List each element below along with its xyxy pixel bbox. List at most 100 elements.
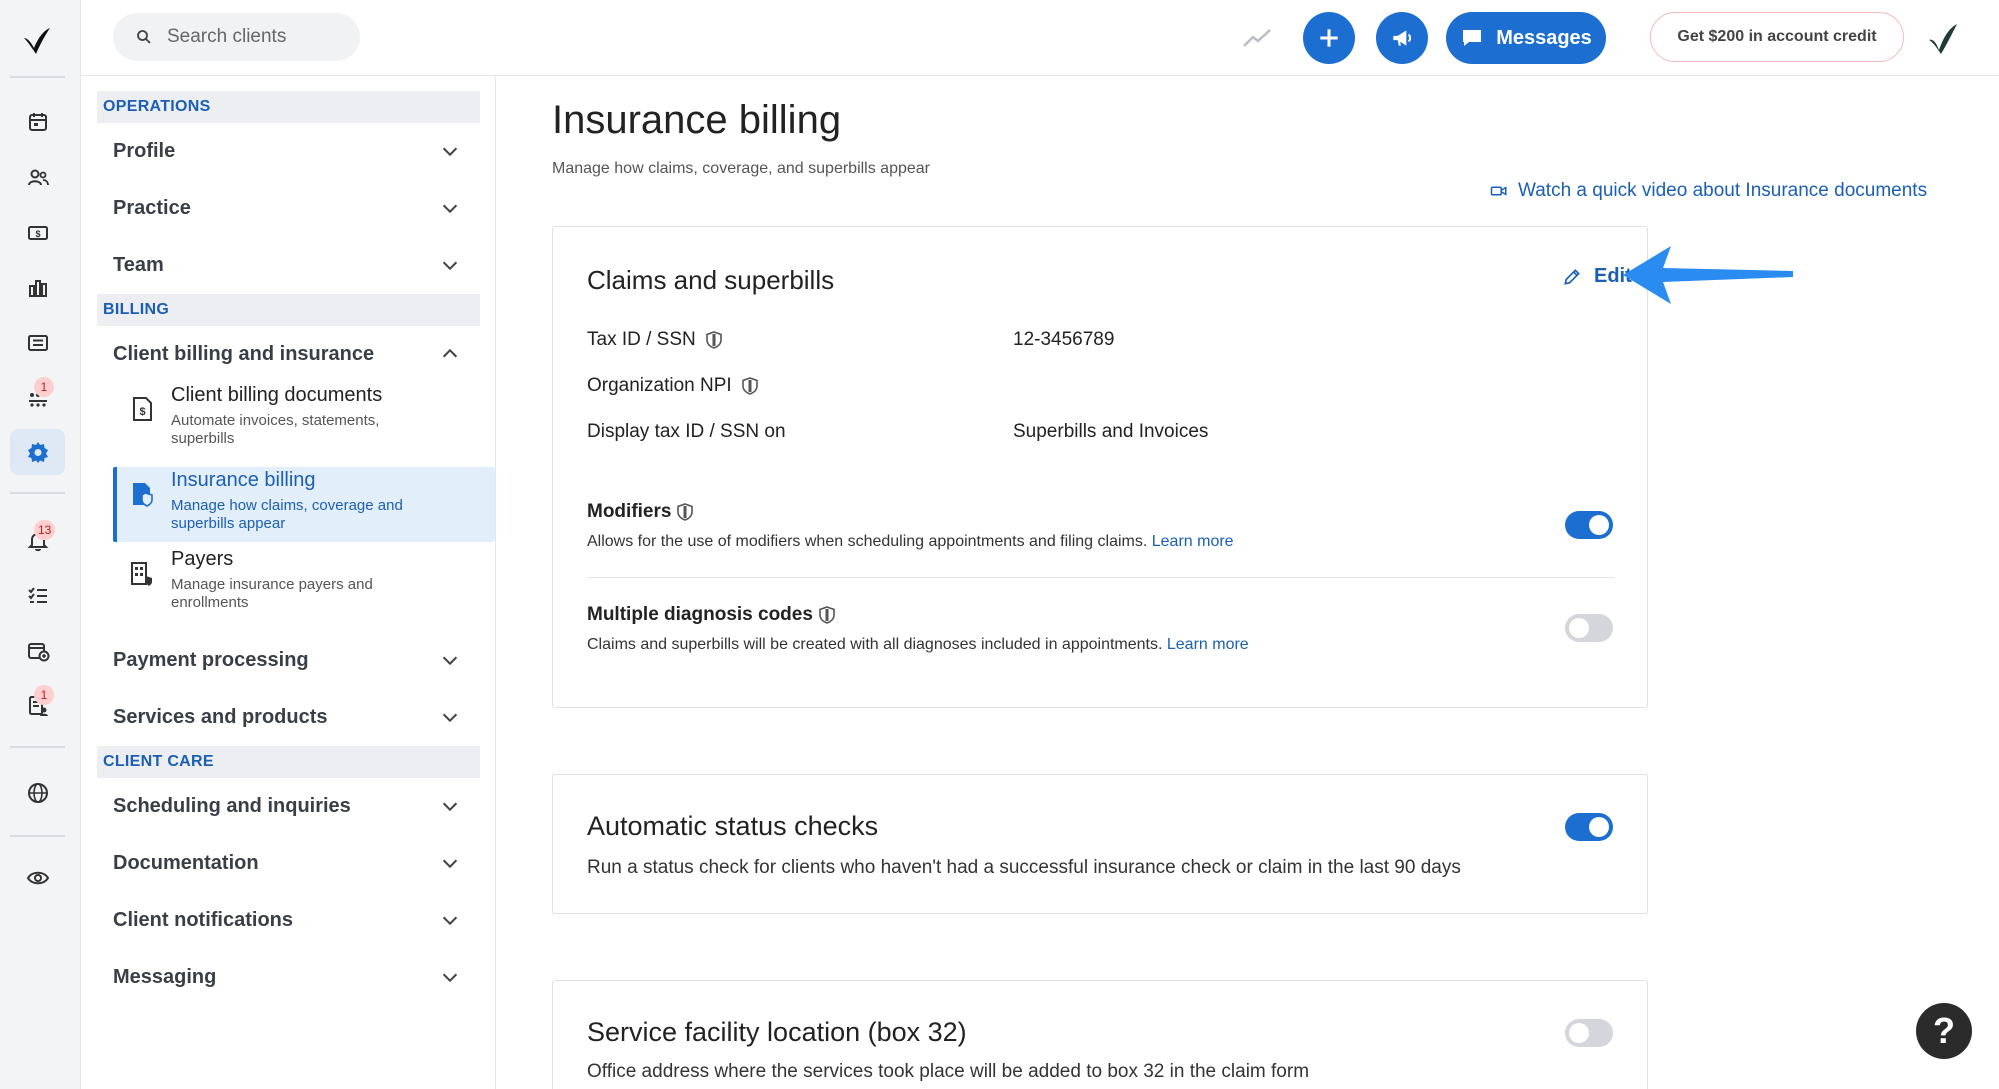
nav-item-label: Documentation bbox=[113, 851, 259, 874]
top-bar: Messages Get $200 in account credit bbox=[81, 0, 1999, 76]
organization-npi-label: Organization NPI bbox=[587, 375, 758, 397]
nav-item-services[interactable]: Services and products bbox=[113, 693, 469, 741]
chevron-up-icon bbox=[442, 348, 458, 358]
modifiers-toggle[interactable] bbox=[1565, 511, 1613, 539]
toggle-knob bbox=[1569, 1023, 1589, 1043]
section-header-client-care: CLIENT CARE bbox=[97, 746, 480, 778]
sub-item-payers[interactable]: Payers Manage insurance payers and enrol… bbox=[113, 546, 495, 626]
search-icon bbox=[137, 30, 151, 44]
diagnosis-codes-toggle[interactable] bbox=[1565, 614, 1613, 642]
sub-item-description: Manage insurance payers and enrollments bbox=[171, 576, 373, 611]
notifications-bell-icon[interactable]: 13 bbox=[10, 518, 65, 564]
nav-item-label: Scheduling and inquiries bbox=[113, 794, 351, 817]
chevron-down-icon bbox=[442, 916, 458, 926]
watch-video-label: Watch a quick video about Insurance docu… bbox=[1518, 180, 1928, 201]
row-label-text: Display tax ID / SSN on bbox=[587, 421, 786, 442]
notifications-badge: 13 bbox=[34, 520, 56, 540]
diagnosis-codes-title: Multiple diagnosis codes bbox=[587, 604, 835, 626]
sub-item-client-billing-documents[interactable]: $ Client billing documents Automate invo… bbox=[113, 382, 495, 458]
add-button[interactable] bbox=[1303, 12, 1355, 64]
sub-item-title: Client billing documents bbox=[171, 384, 383, 406]
diagnosis-learn-more-link[interactable]: Learn more bbox=[1167, 636, 1249, 653]
search-input[interactable] bbox=[167, 26, 337, 48]
nav-item-documentation[interactable]: Documentation bbox=[113, 839, 469, 887]
modifiers-learn-more-link[interactable]: Learn more bbox=[1152, 533, 1234, 550]
chevron-down-icon bbox=[442, 204, 458, 214]
svg-text:$: $ bbox=[139, 406, 145, 418]
status-checks-toggle[interactable] bbox=[1565, 813, 1613, 841]
documents-badge: 1 bbox=[34, 685, 54, 705]
analytics-icon[interactable] bbox=[10, 265, 65, 311]
row-label-text: Tax ID / SSN bbox=[587, 329, 696, 350]
team-icon[interactable]: 1 bbox=[10, 375, 65, 421]
section-header-operations: OPERATIONS bbox=[97, 91, 480, 123]
trend-icon[interactable] bbox=[1241, 22, 1273, 54]
shield-icon bbox=[819, 606, 835, 624]
calendar-add-icon[interactable] bbox=[10, 628, 65, 674]
nav-item-scheduling[interactable]: Scheduling and inquiries bbox=[113, 782, 469, 830]
building-icon bbox=[131, 562, 152, 586]
status-checks-title: Automatic status checks bbox=[587, 811, 879, 841]
nav-item-client-notifications[interactable]: Client notifications bbox=[113, 896, 469, 944]
edit-button[interactable]: Edit bbox=[1562, 265, 1632, 288]
chevron-down-icon bbox=[442, 713, 458, 723]
app-rail: $ 1 13 1 bbox=[0, 0, 81, 1089]
shield-icon bbox=[677, 503, 694, 521]
settings-gear-icon[interactable] bbox=[10, 429, 65, 475]
app-logo-icon[interactable] bbox=[20, 24, 52, 56]
settings-navigation: OPERATIONS Profile Practice Team BILLING… bbox=[81, 76, 496, 1089]
documents-icon[interactable]: 1 bbox=[10, 683, 65, 729]
nav-item-label: Practice bbox=[113, 196, 191, 219]
section-header-billing: BILLING bbox=[97, 294, 480, 326]
nav-item-practice[interactable]: Practice bbox=[113, 184, 469, 232]
nav-item-label: Client billing and insurance bbox=[113, 342, 375, 365]
modifiers-description: Allows for the use of modifiers when sch… bbox=[587, 533, 1234, 551]
plus-icon bbox=[1320, 29, 1338, 47]
toggle-knob bbox=[1569, 618, 1589, 638]
help-button[interactable]: ? bbox=[1916, 1003, 1972, 1059]
nav-item-messaging[interactable]: Messaging bbox=[113, 953, 469, 1001]
facility-location-toggle[interactable] bbox=[1565, 1019, 1613, 1047]
facility-location-description: Office address where the services took p… bbox=[587, 1061, 1310, 1082]
nav-item-label: Services and products bbox=[113, 705, 328, 728]
tasks-icon[interactable] bbox=[10, 573, 65, 619]
announcements-button[interactable] bbox=[1376, 12, 1428, 64]
calendar-icon[interactable] bbox=[10, 99, 65, 145]
clients-icon[interactable] bbox=[10, 155, 65, 201]
megaphone-icon bbox=[1393, 30, 1412, 46]
svg-text:$: $ bbox=[35, 229, 40, 239]
watch-video-link[interactable]: Watch a quick video about Insurance docu… bbox=[1490, 180, 1927, 202]
billing-icon[interactable]: $ bbox=[10, 210, 65, 256]
service-facility-location-card: Service facility location (box 32) Offic… bbox=[552, 980, 1648, 1089]
nav-item-team[interactable]: Team bbox=[113, 241, 469, 289]
option-title-text: Modifiers bbox=[587, 501, 672, 522]
chevron-down-icon bbox=[442, 656, 458, 666]
nav-item-client-billing[interactable]: Client billing and insurance bbox=[113, 330, 469, 378]
search-bar[interactable] bbox=[113, 13, 360, 61]
list-icon[interactable] bbox=[10, 320, 65, 366]
account-credit-button[interactable]: Get $200 in account credit bbox=[1650, 12, 1904, 62]
claims-superbills-card: Claims and superbills Edit Tax ID / SSN … bbox=[552, 226, 1648, 708]
chevron-down-icon bbox=[442, 973, 458, 983]
option-description-text: Allows for the use of modifiers when sch… bbox=[587, 533, 1148, 550]
diagnosis-codes-description: Claims and superbills will be created wi… bbox=[587, 636, 1249, 654]
option-title-text: Multiple diagnosis codes bbox=[587, 604, 813, 625]
account-avatar-icon[interactable] bbox=[1921, 18, 1961, 58]
messages-button[interactable]: Messages bbox=[1446, 12, 1606, 64]
sub-item-description: Automate invoices, statements, superbill… bbox=[171, 412, 380, 447]
page-subtitle: Manage how claims, coverage, and superbi… bbox=[552, 160, 930, 177]
claims-card-title: Claims and superbills bbox=[587, 265, 835, 295]
nav-item-payment-processing[interactable]: Payment processing bbox=[113, 636, 469, 684]
invoice-document-icon: $ bbox=[133, 397, 152, 421]
nav-item-label: Client notifications bbox=[113, 908, 293, 931]
status-checks-description: Run a status check for clients who haven… bbox=[587, 857, 1461, 878]
nav-item-label: Profile bbox=[113, 139, 176, 162]
toggle-knob bbox=[1589, 515, 1609, 535]
divider bbox=[587, 577, 1615, 578]
eye-icon[interactable] bbox=[10, 855, 65, 901]
shield-icon bbox=[741, 377, 758, 395]
globe-icon[interactable] bbox=[10, 770, 65, 816]
chevron-down-icon bbox=[442, 859, 458, 869]
nav-item-profile[interactable]: Profile bbox=[113, 127, 469, 175]
sub-item-insurance-billing[interactable]: Insurance billing Manage how claims, cov… bbox=[113, 467, 495, 542]
